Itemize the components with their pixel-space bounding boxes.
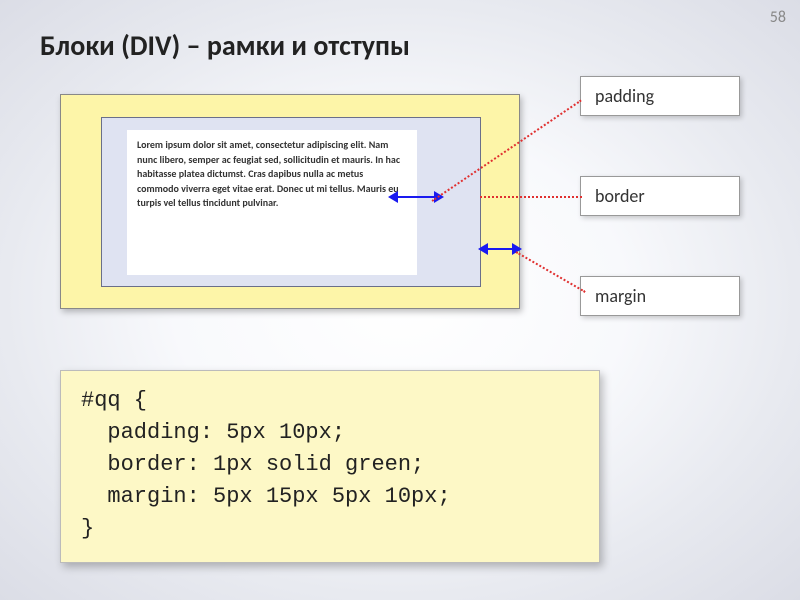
border-area: Lorem ipsum dolor sit amet, consectetur …: [101, 117, 481, 287]
border-connector: [480, 196, 582, 198]
page-number: 58: [770, 8, 786, 27]
slide-title: Блоки (DIV) – рамки и отступы: [40, 28, 410, 63]
padding-label: padding: [580, 76, 740, 116]
css-code-block: #qq { padding: 5px 10px; border: 1px sol…: [60, 370, 600, 563]
lorem-text: Lorem ipsum dolor sit amet, consectetur …: [127, 130, 417, 219]
border-label: border: [580, 176, 740, 216]
margin-arrow-icon: [486, 248, 514, 250]
padding-arrow-icon: [396, 196, 436, 198]
margin-label: margin: [580, 276, 740, 316]
content-area: Lorem ipsum dolor sit amet, consectetur …: [127, 130, 417, 275]
margin-area: Lorem ipsum dolor sit amet, consectetur …: [60, 94, 520, 309]
margin-connector: [516, 251, 586, 293]
